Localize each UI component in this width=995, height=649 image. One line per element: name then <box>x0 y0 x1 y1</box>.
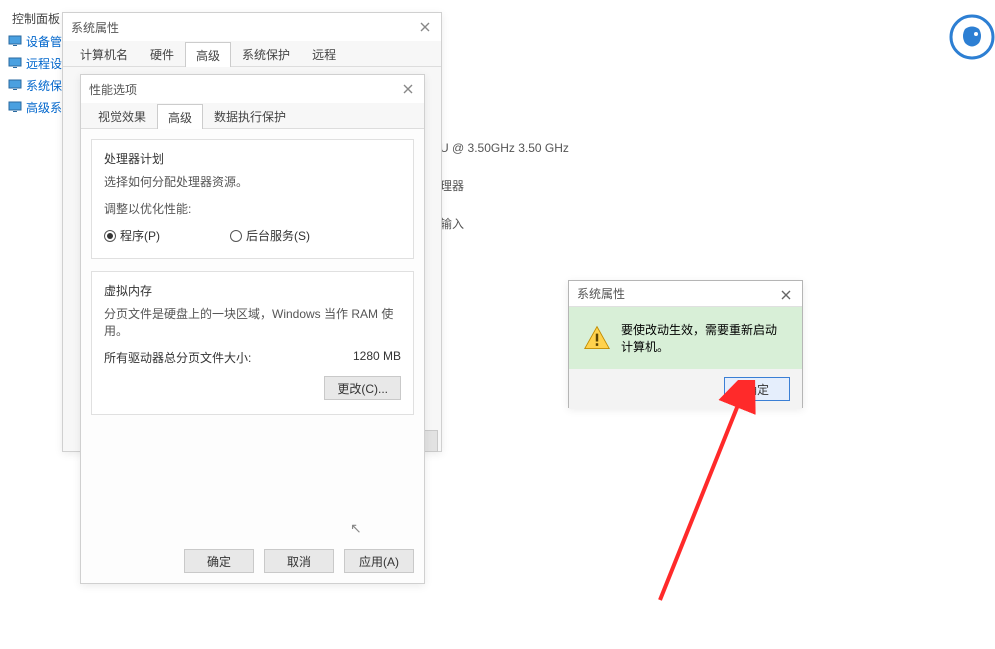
dialog-titlebar[interactable]: 系统属性 <box>569 281 802 307</box>
tab-hardware[interactable]: 硬件 <box>139 41 185 66</box>
tab-system-protection[interactable]: 系统保护 <box>231 41 301 66</box>
ok-button[interactable]: 确定 <box>184 549 254 573</box>
close-icon <box>781 290 791 300</box>
monitor-icon <box>8 34 22 48</box>
ok-button[interactable]: 确定 <box>724 377 790 401</box>
tab-remote[interactable]: 远程 <box>301 41 347 66</box>
tab-dep[interactable]: 数据执行保护 <box>203 103 297 128</box>
sysprop-tabbar: 计算机名 硬件 高级 系统保护 远程 <box>63 41 441 67</box>
close-button[interactable] <box>396 79 420 99</box>
restart-confirm-dialog: 系统属性 要使改动生效，需要重新启动计算机。 确定 <box>568 280 803 408</box>
radio-dot-icon <box>104 230 116 242</box>
group-description: 分页文件是硬盘上的一块区域，Windows 当作 RAM 使用。 <box>104 305 401 339</box>
monitor-icon <box>8 100 22 114</box>
dialog-button-row: 确定 取消 应用(A) <box>184 549 414 573</box>
change-button[interactable]: 更改(C)... <box>324 376 401 400</box>
dialog-titlebar[interactable]: 系统属性 <box>63 13 441 41</box>
close-button[interactable] <box>413 17 437 37</box>
cursor-icon: ↖ <box>350 520 362 537</box>
monitor-icon <box>8 56 22 70</box>
cpu-info-line: U @ 3.50GHz 3.50 GHz <box>440 138 569 158</box>
confirm-message: 要使改动生效，需要重新启动计算机。 <box>621 321 788 355</box>
tab-visual-effects[interactable]: 视觉效果 <box>87 103 157 128</box>
virtual-memory-group: 虚拟内存 分页文件是硬盘上的一块区域，Windows 当作 RAM 使用。 所有… <box>91 271 414 415</box>
radio-programs[interactable]: 程序(P) <box>104 227 160 244</box>
confirm-footer: 确定 <box>569 369 802 409</box>
group-legend: 虚拟内存 <box>104 282 401 299</box>
adjust-label: 调整以优化性能: <box>104 200 401 217</box>
processor-scheduling-group: 处理器计划 选择如何分配处理器资源。 调整以优化性能: 程序(P) 后台服务(S… <box>91 139 414 259</box>
confirm-body: 要使改动生效，需要重新启动计算机。 <box>569 307 802 369</box>
monitor-icon <box>8 78 22 92</box>
warning-icon <box>583 324 611 352</box>
dialog-title-text: 性能选项 <box>89 81 137 98</box>
close-button[interactable] <box>774 285 798 305</box>
background-system-info: U @ 3.50GHz 3.50 GHz 理器 输入 <box>440 138 569 234</box>
group-legend: 处理器计划 <box>104 150 401 167</box>
annotation-arrow-icon <box>600 380 800 610</box>
perf-tabbar: 视觉效果 高级 数据执行保护 <box>81 103 424 129</box>
radio-background-services[interactable]: 后台服务(S) <box>230 227 310 244</box>
tab-computer-name[interactable]: 计算机名 <box>69 41 139 66</box>
apply-button[interactable]: 应用(A) <box>344 549 414 573</box>
performance-options-dialog: 性能选项 视觉效果 高级 数据执行保护 处理器计划 选择如何分配处理器资源。 调… <box>80 74 425 584</box>
close-icon <box>420 22 430 32</box>
paging-total-label: 所有驱动器总分页文件大小: <box>104 349 251 366</box>
dialog-title-text: 系统属性 <box>577 285 625 302</box>
dialog-titlebar[interactable]: 性能选项 <box>81 75 424 103</box>
bg-info-line: 输入 <box>440 214 569 234</box>
radio-label: 程序(P) <box>120 227 160 244</box>
tab-advanced[interactable]: 高级 <box>157 104 203 129</box>
cancel-button[interactable]: 取消 <box>264 549 334 573</box>
paging-total-value: 1280 MB <box>353 349 401 366</box>
bg-info-line: 理器 <box>440 176 569 196</box>
radio-dot-icon <box>230 230 242 242</box>
dialog-title-text: 系统属性 <box>71 19 119 36</box>
security-badge-icon <box>949 14 995 63</box>
close-icon <box>403 84 413 94</box>
tab-advanced[interactable]: 高级 <box>185 42 231 67</box>
breadcrumb: 控制面板 ▸ <box>12 10 69 27</box>
radio-label: 后台服务(S) <box>246 227 310 244</box>
group-description: 选择如何分配处理器资源。 <box>104 173 401 190</box>
